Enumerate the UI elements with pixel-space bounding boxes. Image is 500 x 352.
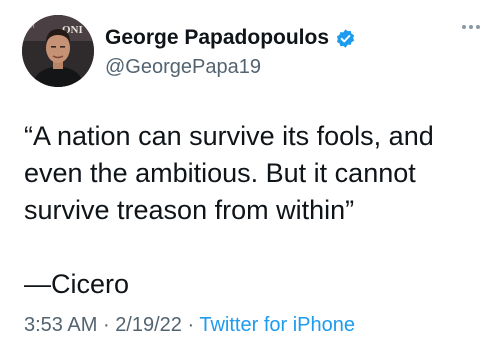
more-dot bbox=[469, 25, 473, 29]
tweet-source-link[interactable]: Twitter for iPhone bbox=[199, 314, 355, 336]
more-dot bbox=[476, 25, 480, 29]
avatar-backdrop-small: DR bbox=[26, 24, 35, 30]
more-dot bbox=[462, 25, 466, 29]
avatar[interactable]: DR ONI bbox=[22, 15, 94, 87]
tweet-text: “A nation can survive its fools, and eve… bbox=[24, 121, 434, 299]
verified-badge-icon bbox=[335, 28, 356, 49]
author-handle[interactable]: @GeorgePapa19 bbox=[105, 56, 261, 79]
author-name[interactable]: George Papadopoulos bbox=[105, 26, 329, 50]
meta-separator: · bbox=[187, 314, 195, 336]
avatar-image: DR ONI bbox=[22, 15, 94, 87]
tweet-date[interactable]: 2/19/22 bbox=[115, 314, 182, 336]
author-name-row: George Papadopoulos bbox=[105, 26, 356, 50]
more-options-icon[interactable] bbox=[462, 22, 486, 32]
tweet-time[interactable]: 3:53 AM bbox=[24, 314, 97, 336]
meta-separator: · bbox=[102, 314, 110, 336]
tweet-meta: 3:53 AM · 2/19/22 · Twitter for iPhone bbox=[24, 314, 355, 337]
